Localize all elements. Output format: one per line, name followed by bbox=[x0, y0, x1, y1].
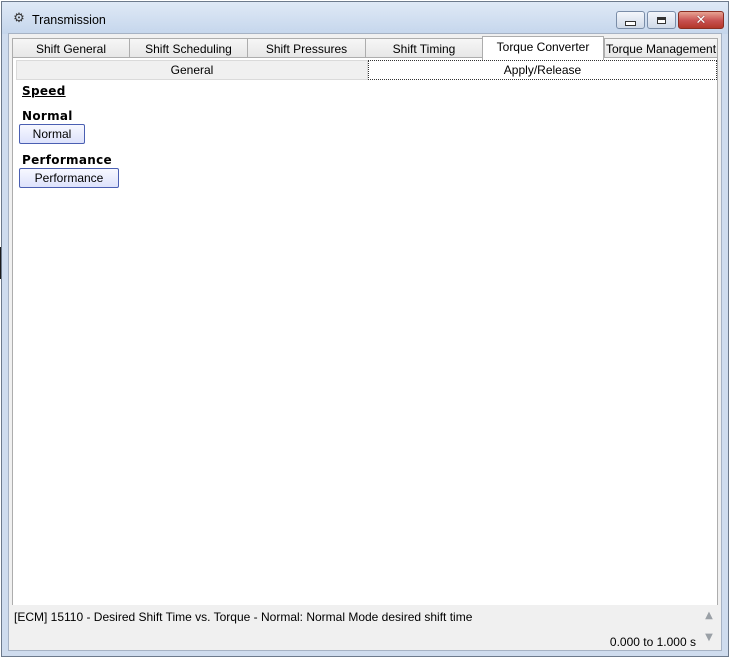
range-text: 0.000 to 1.000 s bbox=[610, 635, 696, 649]
window-title: Transmission bbox=[32, 13, 106, 27]
button-label: Performance bbox=[34, 171, 104, 185]
description-area: [ECM] 15110 - Desired Shift Time vs. Tor… bbox=[12, 605, 718, 649]
tab-shift-timing[interactable]: Shift Timing bbox=[365, 38, 483, 58]
subtab-label: Apply/Release bbox=[503, 63, 582, 77]
tab-label: Shift Timing bbox=[392, 41, 456, 56]
range-from: 0.000 bbox=[609, 635, 640, 649]
tab-label: Torque Converter bbox=[496, 40, 590, 54]
gear-icon: ⚙ bbox=[13, 11, 25, 26]
tab-label: Shift Pressures bbox=[265, 41, 348, 56]
close-icon: ✕ bbox=[695, 12, 707, 28]
section-title-speed: Speed bbox=[22, 84, 66, 98]
range-to: 1.000 s bbox=[656, 635, 696, 649]
subtab-apply-release[interactable]: Apply/Release bbox=[368, 60, 717, 80]
description-text: [ECM] 15110 - Desired Shift Time vs. Tor… bbox=[14, 610, 473, 624]
close-button[interactable]: ✕ bbox=[678, 11, 724, 29]
tab-shift-general[interactable]: Shift General bbox=[12, 38, 130, 58]
group-label-performance: Performance bbox=[22, 153, 112, 167]
window-client: Shift General Shift Scheduling Shift Pre… bbox=[8, 33, 722, 651]
minimize-icon bbox=[625, 20, 636, 26]
subtab-label: General bbox=[170, 63, 214, 77]
torque-converter-panel: General Apply/Release Speed Normal Norma… bbox=[12, 57, 718, 633]
minimize-button[interactable] bbox=[616, 11, 645, 29]
normal-button[interactable]: Normal bbox=[19, 124, 85, 144]
tab-shift-pressures[interactable]: Shift Pressures bbox=[247, 38, 366, 58]
transmission-window: ⚙ Transmission ✕ Shift General Shift Sch… bbox=[1, 1, 729, 657]
scroll-down-arrow-icon[interactable]: ▼ bbox=[703, 632, 715, 644]
apply-release-content: Speed Normal Normal Performance Performa… bbox=[16, 80, 716, 600]
title-bar[interactable]: ⚙ Transmission ✕ bbox=[2, 2, 728, 34]
tab-label: Torque Management bbox=[605, 41, 717, 56]
maximize-button[interactable] bbox=[647, 11, 676, 29]
sub-tab-strip: General Apply/Release bbox=[16, 60, 717, 80]
tab-torque-converter[interactable]: Torque Converter bbox=[482, 36, 604, 60]
tab-label: Shift Scheduling bbox=[145, 41, 232, 56]
tab-shift-scheduling[interactable]: Shift Scheduling bbox=[129, 38, 248, 58]
scroll-up-arrow-icon[interactable]: ▲ bbox=[703, 610, 715, 622]
group-label-normal: Normal bbox=[22, 109, 73, 123]
window-controls: ✕ bbox=[614, 11, 724, 31]
range-separator: to bbox=[643, 635, 654, 649]
main-tab-strip: Shift General Shift Scheduling Shift Pre… bbox=[12, 36, 724, 60]
tab-label: Shift General bbox=[35, 41, 107, 56]
button-label: Normal bbox=[32, 127, 72, 141]
tab-torque-management[interactable]: Torque Management bbox=[604, 38, 718, 58]
subtab-general[interactable]: General bbox=[16, 60, 368, 80]
maximize-icon bbox=[657, 16, 666, 24]
performance-button[interactable]: Performance bbox=[19, 168, 119, 188]
